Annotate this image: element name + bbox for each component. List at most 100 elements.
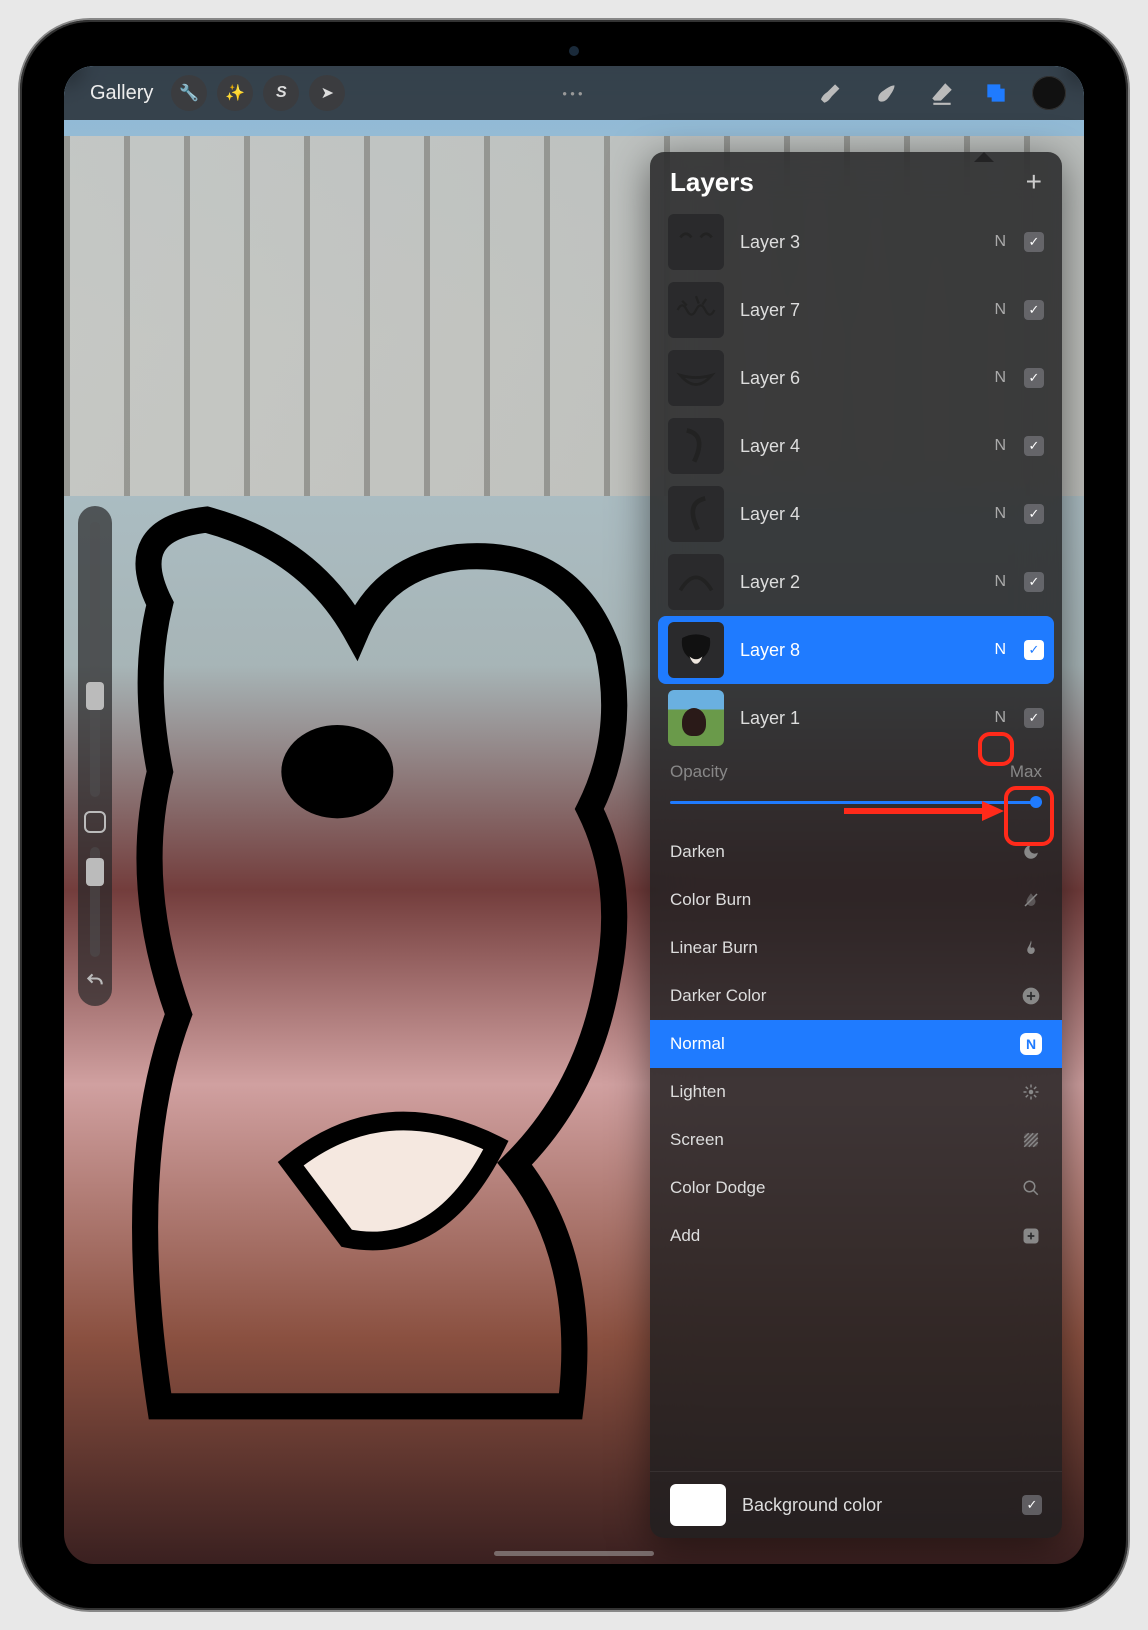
layer-visibility-checkbox[interactable]: ✓ (1024, 504, 1044, 524)
layer-row[interactable]: Layer 3N✓ (658, 208, 1054, 276)
layer-blend-letter[interactable]: N (990, 435, 1010, 457)
brush-opacity-slider[interactable] (90, 847, 100, 957)
eraser-tool[interactable] (920, 71, 964, 115)
blend-mode-label: Normal (670, 1034, 725, 1054)
layer-row[interactable]: Layer 6 N ✓ (658, 344, 1054, 412)
ipad-device-frame: Gallery 🔧 ✨ S ➤ ●●● Layers + L (20, 20, 1128, 1610)
opacity-label-row: Opacity Max (650, 752, 1062, 788)
layer-row[interactable]: Layer 2 N ✓ (658, 548, 1054, 616)
home-indicator[interactable] (494, 1551, 654, 1556)
blend-mode-row[interactable]: Darker Color (650, 972, 1062, 1020)
drop-off-icon (1020, 889, 1042, 911)
cursor-icon: ➤ (321, 83, 334, 103)
blend-mode-row[interactable]: Color Dodge (650, 1164, 1062, 1212)
layer-visibility-checkbox[interactable]: ✓ (1024, 232, 1044, 252)
layer-thumbnail (668, 690, 724, 746)
layer-visibility-checkbox[interactable]: ✓ (1024, 708, 1044, 728)
layer-visibility-checkbox[interactable]: ✓ (1024, 572, 1044, 592)
transform-button[interactable]: ➤ (309, 75, 345, 111)
blend-mode-label: Darker Color (670, 986, 766, 1006)
adjustments-button[interactable]: ✨ (217, 75, 253, 111)
layer-name-label: Layer 4 (740, 436, 976, 457)
blend-mode-label: Color Burn (670, 890, 751, 910)
s-icon: S (276, 84, 287, 102)
layers-panel: Layers + Layer 3N✓Layer 7N✓Layer 6N✓Laye… (650, 152, 1062, 1538)
layer-thumbnail (668, 214, 724, 270)
modify-button[interactable] (84, 811, 106, 833)
layer-visibility-checkbox[interactable]: ✓ (1024, 300, 1044, 320)
moon-icon (1020, 841, 1042, 863)
brush-size-slider[interactable] (90, 522, 100, 797)
background-label: Background color (742, 1495, 1022, 1516)
burst-icon (1020, 1081, 1042, 1103)
opacity-label: Opacity (670, 762, 728, 782)
layer-blend-letter[interactable]: N (990, 571, 1010, 593)
layer-row[interactable]: Layer 4 N ✓ (658, 412, 1054, 480)
blend-mode-label: Darken (670, 842, 725, 862)
layer-thumbnail (668, 554, 724, 610)
layer-row[interactable]: Layer 1N✓ (658, 684, 1054, 752)
layer-row[interactable]: Layer 8 N ✓ (658, 616, 1054, 684)
blend-mode-row[interactable]: Normal N (650, 1020, 1062, 1068)
background-color-swatch[interactable] (670, 1484, 726, 1526)
layer-blend-letter[interactable]: N (990, 707, 1010, 729)
layer-blend-letter[interactable]: N (990, 503, 1010, 525)
blend-mode-label: Add (670, 1226, 700, 1246)
layers-panel-title: Layers (670, 167, 754, 198)
plus-square-icon (1020, 1225, 1042, 1247)
wand-icon: ✨ (225, 83, 245, 103)
selection-button[interactable]: S (263, 75, 299, 111)
n-badge-icon: N (1020, 1033, 1042, 1055)
side-sliders (78, 506, 112, 1006)
undo-button[interactable] (85, 971, 105, 996)
layers-list: Layer 3N✓Layer 7N✓Layer 6N✓Layer 4N✓Laye… (650, 208, 1062, 752)
blend-mode-row[interactable]: Screen (650, 1116, 1062, 1164)
add-layer-button[interactable]: + (1026, 166, 1042, 198)
blend-mode-row[interactable]: Color Burn (650, 876, 1062, 924)
color-picker[interactable] (1032, 76, 1066, 110)
layer-row[interactable]: Layer 4 N ✓ (658, 480, 1054, 548)
gallery-button[interactable]: Gallery (82, 78, 161, 109)
layer-thumbnail (668, 282, 724, 338)
blend-mode-row[interactable]: Add (650, 1212, 1062, 1260)
menu-dots-icon[interactable]: ●●● (562, 89, 586, 98)
layers-tool[interactable] (974, 71, 1018, 115)
blend-mode-list: Darken Color Burn Linear Burn Darker Color N… (650, 824, 1062, 1471)
hatch-icon (1020, 1129, 1042, 1151)
layer-thumbnail (668, 486, 724, 542)
layer-visibility-checkbox[interactable]: ✓ (1024, 640, 1044, 660)
layer-blend-letter[interactable]: N (990, 231, 1010, 253)
blend-mode-label: Linear Burn (670, 938, 758, 958)
layer-name-label: Layer 4 (740, 504, 976, 525)
layer-name-label: Layer 8 (740, 640, 976, 661)
smudge-tool[interactable] (866, 71, 910, 115)
blend-mode-row[interactable]: Lighten (650, 1068, 1062, 1116)
layer-blend-letter[interactable]: N (990, 367, 1010, 389)
layer-blend-letter[interactable]: N (990, 639, 1010, 661)
plus-circle-icon (1020, 985, 1042, 1007)
background-visibility-checkbox[interactable]: ✓ (1022, 1495, 1042, 1515)
blend-mode-row[interactable]: Darken (650, 828, 1062, 876)
actions-button[interactable]: 🔧 (171, 75, 207, 111)
layer-thumbnail (668, 350, 724, 406)
background-layer-row[interactable]: Background color ✓ (650, 1471, 1062, 1538)
layer-row[interactable]: Layer 7 N ✓ (658, 276, 1054, 344)
layer-thumbnail (668, 622, 724, 678)
layer-visibility-checkbox[interactable]: ✓ (1024, 368, 1044, 388)
layer-name-label: Layer 7 (740, 300, 976, 321)
blend-mode-label: Lighten (670, 1082, 726, 1102)
opacity-value: Max (1010, 762, 1042, 782)
wrench-icon: 🔧 (179, 83, 199, 103)
blend-mode-label: Color Dodge (670, 1178, 765, 1198)
layer-thumbnail (668, 418, 724, 474)
top-toolbar: Gallery 🔧 ✨ S ➤ ●●● (64, 66, 1084, 120)
opacity-slider[interactable] (670, 790, 1042, 814)
screen: Gallery 🔧 ✨ S ➤ ●●● Layers + L (64, 66, 1084, 1564)
layer-name-label: Layer 6 (740, 368, 976, 389)
layer-blend-letter[interactable]: N (990, 299, 1010, 321)
brush-tool[interactable] (812, 71, 856, 115)
flame-icon (1020, 937, 1042, 959)
layer-name-label: Layer 2 (740, 572, 976, 593)
blend-mode-row[interactable]: Linear Burn (650, 924, 1062, 972)
layer-visibility-checkbox[interactable]: ✓ (1024, 436, 1044, 456)
